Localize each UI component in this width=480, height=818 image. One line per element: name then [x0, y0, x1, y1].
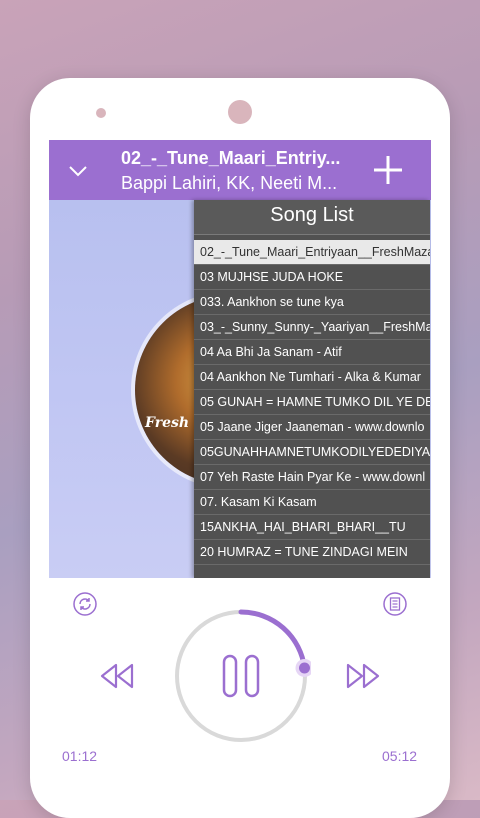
player-controls: 01:12 05:12: [49, 578, 431, 800]
total-time: 05:12: [382, 748, 418, 764]
progress-knob-center: [298, 662, 310, 674]
phone-sensor: [96, 108, 106, 118]
song-list-item[interactable]: 05 GUNAH = HAMNE TUMKO DIL YE DE: [194, 390, 430, 415]
song-list-item[interactable]: 07. Kasam Ki Kasam: [194, 490, 430, 515]
song-list-item[interactable]: 04 Aankhon Ne Tumhari - Alka & Kumar: [194, 365, 430, 390]
progress-ring[interactable]: [171, 606, 311, 746]
song-list-item[interactable]: 07 Yeh Raste Hain Pyar Ke - www.downl: [194, 465, 430, 490]
previous-icon[interactable]: [99, 662, 135, 690]
playlist-icon[interactable]: [383, 592, 407, 616]
next-icon[interactable]: [345, 662, 381, 690]
progress-arc: [238, 609, 307, 671]
app-screen: 02_-_Tune_Maari_Entriy... Bappi Lahiri, …: [49, 140, 431, 800]
elapsed-time: 01:12: [62, 748, 98, 764]
song-list-item[interactable]: 03_-_Sunny_Sunny-_Yaariyan__FreshMaz: [194, 315, 430, 340]
song-list-items: 02_-_Tune_Maari_Entriyaan__FreshMaza 03 …: [194, 240, 430, 565]
pause-icon[interactable]: [222, 654, 260, 698]
song-list-item[interactable]: 033. Aankhon se tune kya: [194, 290, 430, 315]
song-list-item[interactable]: 03 MUJHSE JUDA HOKE: [194, 265, 430, 290]
now-playing-header: 02_-_Tune_Maari_Entriy... Bappi Lahiri, …: [49, 140, 431, 200]
song-list-item[interactable]: 04 Aa Bhi Ja Sanam - Atif: [194, 340, 430, 365]
song-list-item[interactable]: 05 Jaane Jiger Jaaneman - www.downlo: [194, 415, 430, 440]
song-list-item[interactable]: 15ANKHA_HAI_BHARI_BHARI__TU: [194, 515, 430, 540]
song-list-panel: Song List 02_-_Tune_Maari_Entriyaan__Fre…: [194, 200, 430, 578]
phone-camera: [228, 100, 252, 124]
add-icon[interactable]: [371, 153, 405, 187]
album-art-text: Fresh: [145, 415, 190, 431]
repeat-icon[interactable]: [73, 592, 97, 616]
song-list-item[interactable]: 02_-_Tune_Maari_Entriyaan__FreshMaza: [194, 240, 430, 265]
chevron-down-icon[interactable]: [67, 160, 89, 182]
song-list-item[interactable]: 05GUNAHHAMNETUMKODILYEDEDIYAN: [194, 440, 430, 465]
song-title: 02_-_Tune_Maari_Entriy...: [121, 148, 341, 168]
song-artist: Bappi Lahiri, KK, Neeti M...: [121, 173, 338, 193]
song-list-title: Song List: [194, 200, 430, 235]
song-list-item[interactable]: 20 HUMRAZ = TUNE ZINDAGI MEIN: [194, 540, 430, 565]
